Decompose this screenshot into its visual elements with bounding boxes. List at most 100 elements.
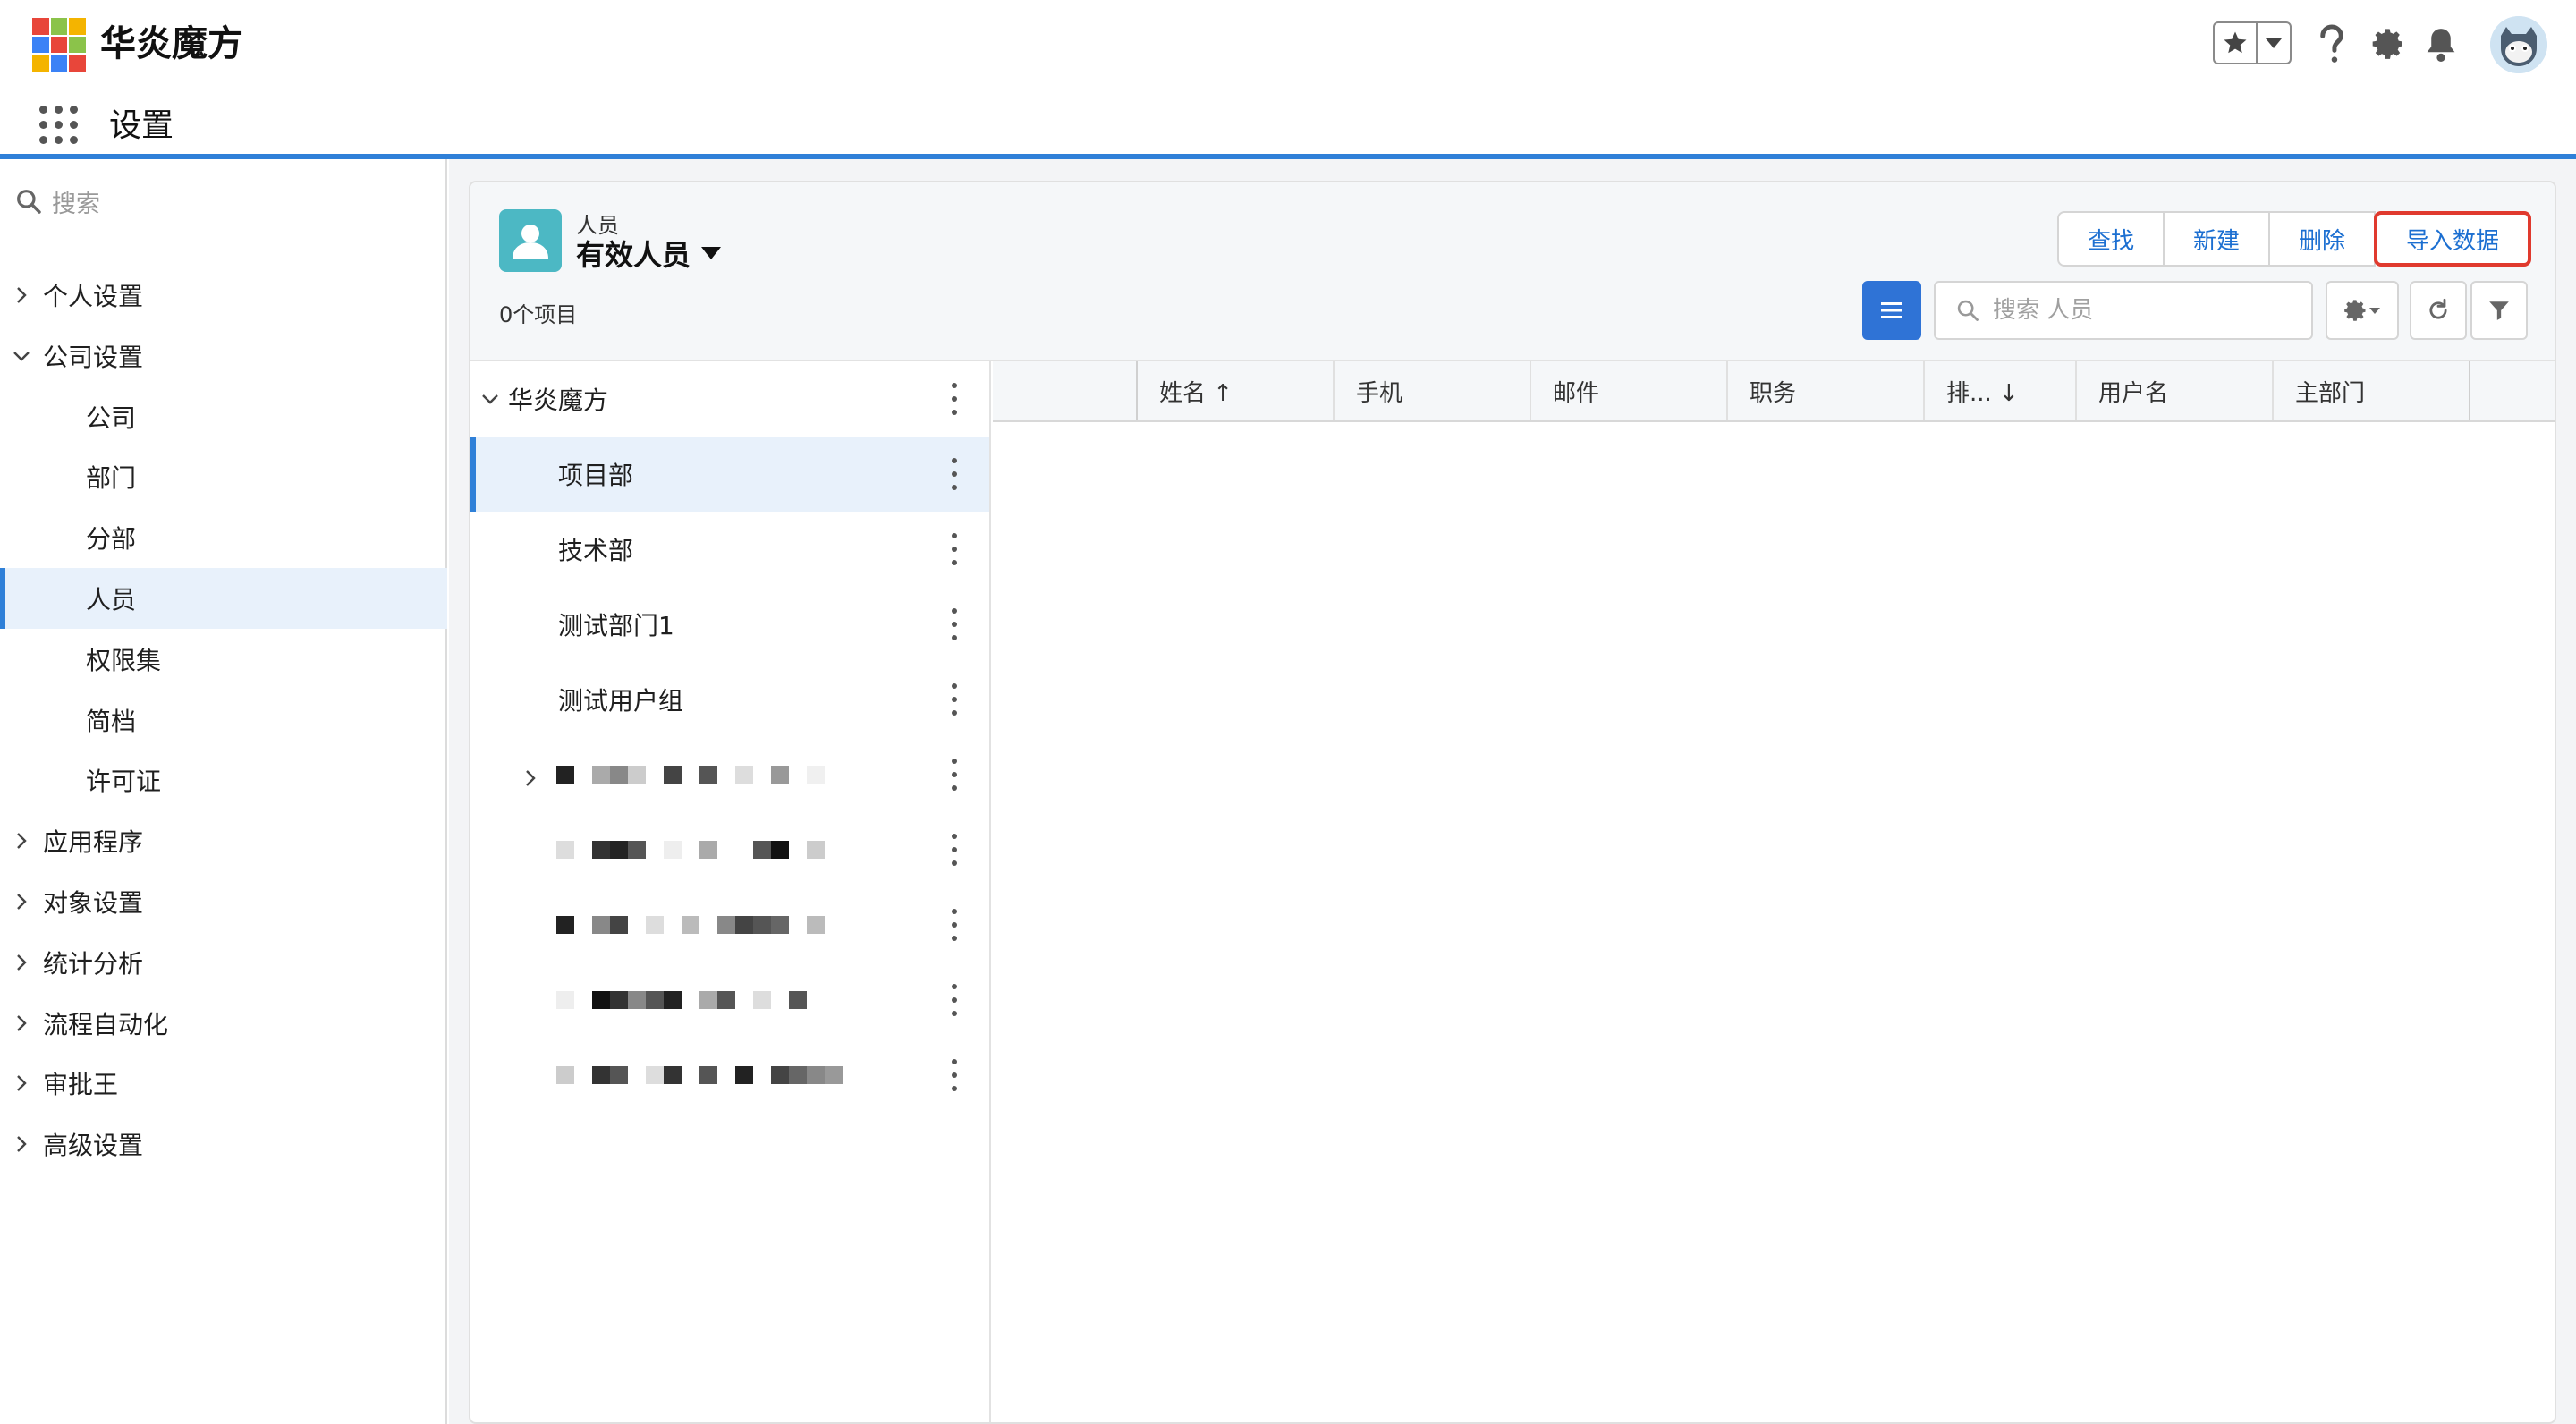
tree-item-redacted[interactable] xyxy=(470,962,989,1038)
tree-root[interactable]: 华炎魔方 xyxy=(470,361,989,437)
gear-icon[interactable] xyxy=(2367,21,2411,66)
chevron-down-icon[interactable] xyxy=(2258,23,2290,63)
sidebar-item-label: 公司 xyxy=(86,403,137,433)
more-icon[interactable] xyxy=(950,834,959,866)
sidebar-search-placeholder: 搜索 xyxy=(52,190,100,218)
column-header[interactable]: 手机 xyxy=(1333,361,1530,420)
help-icon[interactable] xyxy=(2309,21,2354,66)
sidebar-item[interactable]: 许可证 xyxy=(0,750,447,810)
sidebar-item-label: 简档 xyxy=(86,706,137,736)
tree-item-test-group[interactable]: 测试用户组 xyxy=(470,662,989,737)
favorites-control[interactable] xyxy=(2213,21,2292,64)
avatar[interactable] xyxy=(2490,16,2547,73)
more-icon[interactable] xyxy=(950,533,959,565)
chevron-right-icon xyxy=(524,764,537,793)
sidebar-item[interactable]: 公司 xyxy=(0,386,447,447)
app-name: 华炎魔方 xyxy=(100,23,243,64)
column-header[interactable]: 排... ↓ xyxy=(1923,361,2075,420)
column-header[interactable]: 职务 xyxy=(1726,361,1923,420)
tree-item-test-dept[interactable]: 测试部门1 xyxy=(470,587,989,662)
chevron-down-icon xyxy=(2369,308,2380,314)
people-search[interactable] xyxy=(1934,281,2313,340)
sidebar-item-label: 公司设置 xyxy=(43,342,144,372)
more-icon[interactable] xyxy=(950,683,959,716)
sidebar-item[interactable]: 统计分析 xyxy=(0,932,447,993)
sidebar-item-label: 人员 xyxy=(86,585,137,615)
people-search-input[interactable] xyxy=(1993,297,2297,324)
sidebar-item[interactable]: 分部 xyxy=(0,507,447,568)
more-icon[interactable] xyxy=(950,383,959,415)
app: 华炎魔方 设置 搜索 个人设置 公司设置 公司 部门 分部 人员 权限集 简档 … xyxy=(0,0,2576,1424)
list-view-switcher[interactable]: 有效人员 xyxy=(576,233,723,274)
tree-item-redacted[interactable] xyxy=(470,737,989,812)
chevron-right-icon xyxy=(0,954,43,971)
column-header[interactable]: 姓名 ↑ xyxy=(1136,361,1333,420)
more-icon[interactable] xyxy=(950,458,959,490)
sidebar-item-label: 分部 xyxy=(86,524,137,555)
sidebar-item[interactable]: 个人设置 xyxy=(0,265,447,326)
filter-button[interactable] xyxy=(2470,281,2528,340)
sidebar-item-label: 审批王 xyxy=(43,1070,119,1100)
tree-item-project[interactable]: 项目部 xyxy=(470,437,989,512)
list-view-toggle[interactable] xyxy=(1862,281,1921,340)
find-button[interactable]: 查找 xyxy=(2057,211,2165,267)
import-data-button[interactable]: 导入数据 xyxy=(2374,211,2532,267)
sidebar-item-label: 统计分析 xyxy=(43,948,144,979)
tree-item-label: 项目部 xyxy=(558,461,634,490)
sidebar-item[interactable]: 高级设置 xyxy=(0,1114,447,1174)
column-header[interactable]: 邮件 xyxy=(1530,361,1726,420)
department-tree: 华炎魔方 项目部 技术部 测试部门1 测试用户组 xyxy=(470,361,991,1422)
chevron-right-icon xyxy=(0,893,43,911)
logo-tile xyxy=(50,36,68,54)
table-header: 姓名 ↑ 手机 邮件 职务 排... ↓ 用户名 主部门 xyxy=(993,361,2555,422)
tree-item-redacted[interactable] xyxy=(470,887,989,962)
sidebar-item[interactable]: 部门 xyxy=(0,446,447,507)
sidebar-item[interactable]: 流程自动化 xyxy=(0,993,447,1054)
tree-item-redacted[interactable] xyxy=(470,812,989,887)
sidebar-item[interactable]: 权限集 xyxy=(0,629,447,690)
app-launcher-icon[interactable] xyxy=(39,106,79,145)
more-icon[interactable] xyxy=(950,984,959,1016)
chevron-right-icon xyxy=(0,832,43,850)
list-settings-button[interactable] xyxy=(2326,281,2399,340)
sidebar-item[interactable]: 公司设置 xyxy=(0,326,447,386)
sidebar-item[interactable]: 人员 xyxy=(0,568,447,629)
sidebar-item-label: 应用程序 xyxy=(43,827,144,858)
more-icon[interactable] xyxy=(950,759,959,791)
column-header[interactable]: 用户名 xyxy=(2075,361,2272,420)
redacted-label xyxy=(556,991,843,1011)
sidebar-item[interactable]: 简档 xyxy=(0,690,447,750)
item-count: 0个项目 xyxy=(499,302,578,327)
search-icon xyxy=(1957,300,1979,321)
more-icon[interactable] xyxy=(950,1059,959,1091)
gear-icon xyxy=(2344,300,2366,321)
refresh-icon xyxy=(2429,298,2447,319)
more-icon[interactable] xyxy=(950,608,959,640)
logo-tile xyxy=(69,36,86,54)
delete-button[interactable]: 删除 xyxy=(2268,211,2377,267)
sidebar-item[interactable]: 对象设置 xyxy=(0,871,447,932)
star-icon[interactable] xyxy=(2215,23,2258,63)
search-icon xyxy=(17,190,41,214)
app-logo[interactable] xyxy=(32,18,86,72)
redacted-label xyxy=(556,766,843,785)
refresh-button[interactable] xyxy=(2410,281,2467,340)
chevron-right-icon xyxy=(0,1014,43,1032)
chevron-right-icon xyxy=(0,1074,43,1092)
more-icon[interactable] xyxy=(950,909,959,941)
redacted-label xyxy=(556,1066,843,1086)
tree-item-tech[interactable]: 技术部 xyxy=(470,512,989,587)
sidebar-item[interactable]: 审批王 xyxy=(0,1053,447,1114)
sidebar-search[interactable]: 搜索 xyxy=(14,181,426,222)
sidebar-item[interactable]: 应用程序 xyxy=(0,810,447,871)
column-header[interactable]: 主部门 xyxy=(2272,361,2469,420)
sidebar-item-label: 权限集 xyxy=(86,645,162,675)
user-icon xyxy=(499,209,562,272)
chevron-right-icon xyxy=(0,286,43,304)
redacted-label xyxy=(556,841,843,860)
new-button[interactable]: 新建 xyxy=(2163,211,2271,267)
tree-item-redacted[interactable] xyxy=(470,1038,989,1113)
sidebar-item-label: 对象设置 xyxy=(43,888,144,918)
tree-item-label: 测试用户组 xyxy=(558,686,684,716)
bell-icon[interactable] xyxy=(2419,21,2463,66)
